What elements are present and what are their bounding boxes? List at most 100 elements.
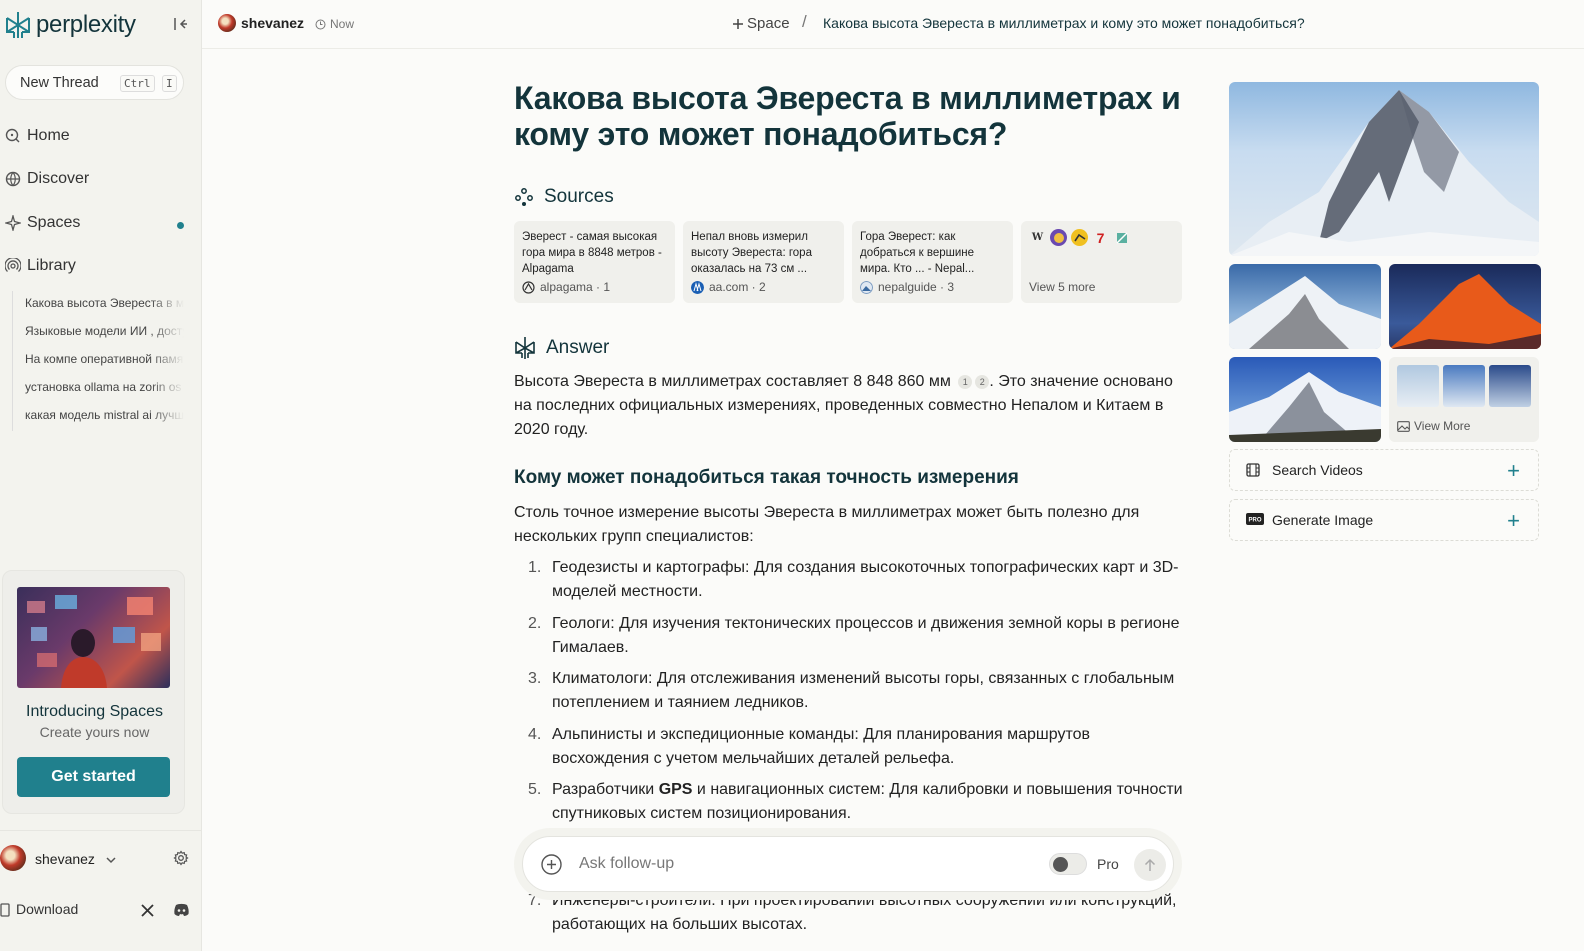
- source-meta: nepalguide · 3: [860, 280, 954, 294]
- discord-icon[interactable]: [173, 903, 190, 917]
- answer-paragraph: Высота Эвереста в миллиметрах составляет…: [514, 370, 1186, 442]
- sidebar-item-spaces[interactable]: Spaces: [5, 214, 80, 232]
- promo-title: Introducing Spaces: [26, 703, 163, 720]
- follow-up-bar: Ask follow-up Pro: [514, 828, 1182, 900]
- site-favicon-icon: [1071, 229, 1088, 246]
- library-item[interactable]: какая модель mistral ai лучше: [13, 403, 184, 431]
- source-card[interactable]: Эверест - самая высокая гора мира в 8848…: [514, 221, 675, 303]
- spaces-promo-card: Introducing Spaces Create yours now Get …: [2, 570, 185, 814]
- globe-icon: [5, 171, 21, 187]
- everest-image[interactable]: [1229, 357, 1381, 442]
- source-title: Эверест - самая высокая гора мира в 8848…: [522, 231, 662, 275]
- view-more-sources-label: View 5 more: [1029, 280, 1096, 294]
- thumbnail: [1489, 365, 1531, 407]
- sidebar-item-discover[interactable]: Discover: [5, 170, 89, 188]
- promo-subtitle: Create yours now: [39, 724, 150, 740]
- list-item: 5. Разработчики GPS и навигационных систе…: [528, 781, 1183, 822]
- plus-icon: +: [1507, 458, 1520, 483]
- svg-text:PRO: PRO: [1248, 518, 1261, 524]
- send-button[interactable]: [1134, 849, 1166, 881]
- list-item: 4. Альпинисты и экспедиционные команды: Д…: [528, 725, 1091, 767]
- perplexity-answer-icon: [515, 337, 535, 359]
- library-item[interactable]: Какова высота Эвереста в миллиметрах: [13, 291, 184, 319]
- sidebar-item-label: Library: [27, 257, 76, 274]
- shortcut-ctrl: Ctrl: [120, 75, 155, 92]
- sidebar-item-library[interactable]: Library: [5, 257, 76, 275]
- download-row: Download: [0, 895, 202, 925]
- logo[interactable]: perplexity: [4, 10, 136, 40]
- list-item: 2. Геологи: Для изучения тектонических пр…: [528, 614, 1180, 656]
- answer-subheading: Кому может понадобиться такая точность и…: [514, 467, 1019, 488]
- get-started-button[interactable]: Get started: [17, 757, 170, 797]
- collapse-sidebar-icon[interactable]: [172, 16, 188, 32]
- view-more-sources-card[interactable]: W 7 View 5 more: [1021, 221, 1182, 303]
- sidebar-item-label: Discover: [27, 170, 90, 187]
- aa-favicon-icon: [691, 280, 704, 294]
- source-title: Непал вновь измерил высоту Эвереста: гор…: [691, 231, 812, 275]
- wikipedia-favicon-icon: W: [1031, 232, 1044, 243]
- citation-badge[interactable]: 2: [975, 374, 990, 389]
- thread-timestamp: Now: [315, 17, 354, 31]
- thread-header: shevanez Now Space / Какова высота Эвере…: [202, 0, 1584, 49]
- x-twitter-icon[interactable]: [141, 904, 154, 917]
- everest-image[interactable]: [1389, 264, 1541, 349]
- source-site: nepalguide · 3: [878, 280, 955, 294]
- nepalguide-favicon-icon: [860, 280, 873, 294]
- search-videos-button[interactable]: Search Videos +: [1229, 449, 1539, 491]
- alpagama-favicon-icon: [522, 280, 535, 294]
- thumbnail: [1397, 365, 1439, 407]
- library-item[interactable]: установка ollama на zorin os: [13, 375, 184, 403]
- user-name: shevanez: [35, 851, 95, 867]
- list-item: 1. Геодезисты и картографы: Для создания …: [528, 559, 1179, 600]
- search-videos-label: Search Videos: [1272, 462, 1363, 478]
- new-thread-label: New Thread: [20, 74, 99, 91]
- logo-text: perplexity: [36, 11, 136, 38]
- source-card[interactable]: Непал вновь измерил высоту Эвереста: гор…: [683, 221, 844, 303]
- pro-label: Pro: [1097, 856, 1119, 872]
- user-menu[interactable]: shevanez: [0, 830, 202, 886]
- map-favicon-icon: [1113, 229, 1130, 246]
- answer-heading-label: Answer: [546, 337, 610, 358]
- sources-heading: Sources: [514, 186, 614, 208]
- sources-heading-label: Sources: [544, 186, 614, 207]
- pro-toggle[interactable]: [1049, 853, 1087, 875]
- answer-heading: Answer: [514, 336, 609, 360]
- sidebar-item-home[interactable]: Home: [5, 127, 70, 145]
- library-list: Какова высота Эвереста в миллиметрах Язы…: [12, 291, 184, 431]
- attach-plus-icon[interactable]: [541, 854, 562, 875]
- page-title: Какова высота Эвереста в миллиметрах и к…: [514, 80, 1181, 152]
- time-label: Now: [330, 17, 355, 31]
- perplexity-logo-icon: [6, 12, 30, 38]
- generate-image-button[interactable]: PRO Generate Image +: [1229, 499, 1539, 541]
- answer-text-1: Высота Эвереста в миллиметрах составляет…: [514, 373, 951, 390]
- source-site: alpagama · 1: [540, 280, 611, 294]
- follow-up-input[interactable]: Ask follow-up: [579, 855, 674, 873]
- add-to-space-button[interactable]: Space: [732, 15, 790, 32]
- avatar: [0, 845, 26, 871]
- library-item[interactable]: На компе оперативной памяти: [13, 347, 184, 375]
- generate-image-label: Generate Image: [1272, 512, 1374, 528]
- seven-favicon-icon: 7: [1096, 229, 1105, 246]
- gear-icon[interactable]: [173, 850, 189, 866]
- shortcut-i: I: [162, 75, 177, 92]
- clock-icon: [315, 19, 326, 29]
- sources-icon: [515, 188, 533, 206]
- promo-image: [17, 587, 170, 688]
- citation-badge[interactable]: 1: [958, 374, 973, 389]
- breadcrumb-title: Какова высота Эвереста в миллиметрах и к…: [823, 15, 1305, 31]
- everest-image[interactable]: [1229, 82, 1539, 256]
- download-button[interactable]: Download: [16, 901, 78, 917]
- everest-image[interactable]: [1229, 264, 1381, 349]
- new-thread-button[interactable]: New Thread Ctrl I: [5, 65, 184, 100]
- view-more-images-button[interactable]: View More: [1389, 357, 1539, 442]
- answer-intro: Столь точное измерение высоты Эвереста в…: [514, 504, 1140, 545]
- source-meta: aa.com · 2: [691, 280, 766, 294]
- thumbnail: [1443, 365, 1485, 407]
- space-label: Space: [747, 15, 790, 32]
- header-user-name[interactable]: shevanez: [241, 15, 304, 31]
- pro-badge-icon: PRO: [1246, 513, 1264, 525]
- library-item[interactable]: Языковые модели ИИ , доступные: [13, 319, 184, 347]
- source-title: Гора Эверест: как добраться к вершине ми…: [860, 231, 975, 275]
- source-card[interactable]: Гора Эверест: как добраться к вершине ми…: [852, 221, 1013, 303]
- follow-up-input-box[interactable]: Ask follow-up Pro: [522, 836, 1174, 892]
